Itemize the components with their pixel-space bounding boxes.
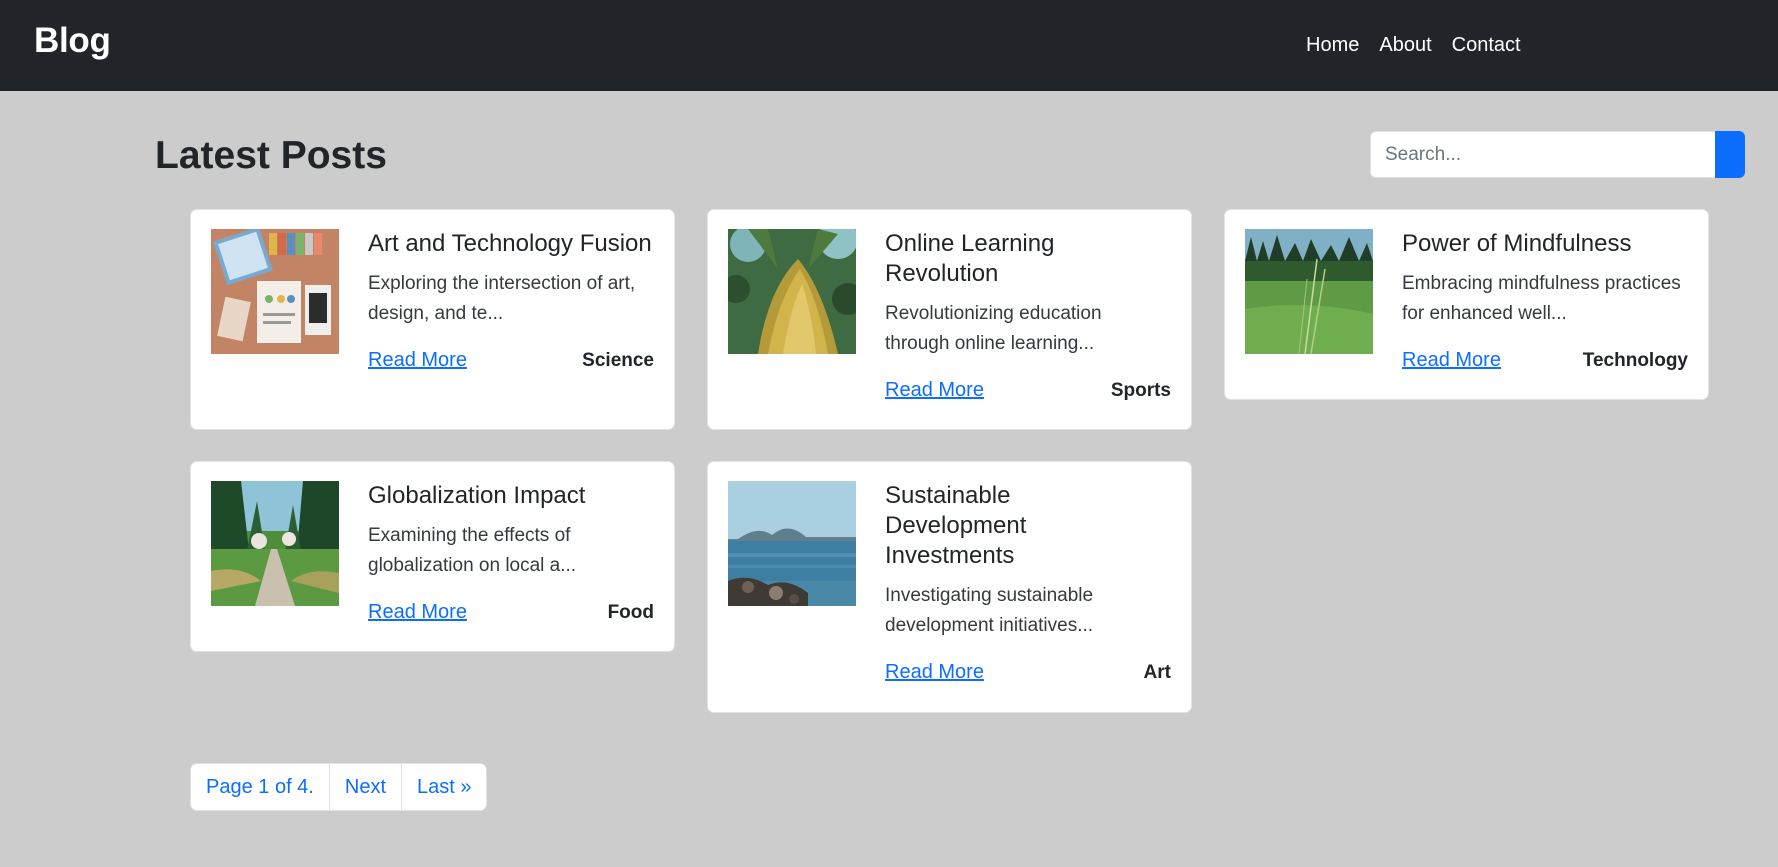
post-title: Online Learning Revolution <box>885 230 1055 287</box>
post-thumbnail[interactable] <box>728 481 856 606</box>
post-category: Sports <box>1110 379 1171 401</box>
tree-canopy-photo <box>728 229 856 354</box>
search-form <box>1370 131 1745 178</box>
post-excerpt: Exploring the intersection of art, desig… <box>368 273 636 324</box>
post-title: Globalization Impact <box>368 482 586 509</box>
last-page-link[interactable]: Last » <box>401 764 486 810</box>
grass-field-photo <box>1245 229 1373 354</box>
search-button[interactable] <box>1715 131 1745 178</box>
post-category: Technology <box>1582 349 1688 371</box>
post-footer: Read More Food <box>368 601 654 624</box>
read-more-link[interactable]: Read More <box>1402 349 1501 372</box>
post-body: Online Learning Revolution Revolutionizi… <box>885 229 1171 402</box>
post-thumbnail[interactable] <box>1245 229 1373 354</box>
page-status: Page 1 of 4. <box>206 775 314 798</box>
nav-link-contact[interactable]: Contact <box>1452 34 1521 57</box>
read-more-link[interactable]: Read More <box>885 661 984 684</box>
nav-link-about[interactable]: About <box>1379 34 1431 57</box>
post-title: Art and Technology Fusion <box>368 230 652 257</box>
post-body: Globalization Impact Examining the effec… <box>368 481 654 624</box>
lake-shore-photo <box>728 481 856 606</box>
post-excerpt: Investigating sustainable development in… <box>885 585 1094 636</box>
post-thumbnail[interactable] <box>211 481 339 606</box>
read-more-link[interactable]: Read More <box>885 379 984 402</box>
post-category: Food <box>607 601 654 623</box>
next-page-link[interactable]: Next <box>328 764 401 810</box>
post-category: Art <box>1143 661 1171 683</box>
post-card: Art and Technology Fusion Exploring the … <box>190 209 675 430</box>
post-body: Art and Technology Fusion Exploring the … <box>368 229 654 372</box>
post-category: Science <box>582 349 654 371</box>
post-excerpt: Embracing mindfulness practices for enha… <box>1402 273 1681 324</box>
post-thumbnail[interactable] <box>211 229 339 354</box>
post-thumbnail[interactable] <box>728 229 856 354</box>
navbar: Blog Home About Contact <box>0 0 1778 91</box>
post-body: Sustainable Development Investments Inve… <box>885 481 1171 684</box>
page-title: Latest Posts <box>155 134 387 177</box>
nav-link-home[interactable]: Home <box>1306 34 1359 57</box>
nav-links: Home About Contact <box>1306 34 1521 57</box>
post-footer: Read More Technology <box>1402 349 1688 372</box>
pagination: Page 1 of 4. Next Last » <box>190 763 488 811</box>
post-title: Power of Mindfulness <box>1402 230 1632 257</box>
forest-path-photo <box>211 481 339 606</box>
read-more-link[interactable]: Read More <box>368 349 467 372</box>
post-card: Sustainable Development Investments Inve… <box>707 461 1192 713</box>
post-excerpt: Revolutionizing education through online… <box>885 303 1102 354</box>
post-footer: Read More Science <box>368 349 654 372</box>
post-card: Online Learning Revolution Revolutionizi… <box>707 209 1192 430</box>
post-body: Power of Mindfulness Embracing mindfulne… <box>1402 229 1688 372</box>
brand-logo[interactable]: Blog <box>34 21 111 61</box>
post-excerpt: Examining the effects of globalization o… <box>368 525 577 576</box>
post-title: Sustainable Development Investments <box>885 482 1027 569</box>
post-footer: Read More Art <box>885 661 1171 684</box>
post-card: Globalization Impact Examining the effec… <box>190 461 675 652</box>
desk-workspace-photo <box>211 229 339 354</box>
read-more-link[interactable]: Read More <box>368 601 467 624</box>
post-card: Power of Mindfulness Embracing mindfulne… <box>1224 209 1709 400</box>
post-footer: Read More Sports <box>885 379 1171 402</box>
search-input[interactable] <box>1370 131 1715 178</box>
